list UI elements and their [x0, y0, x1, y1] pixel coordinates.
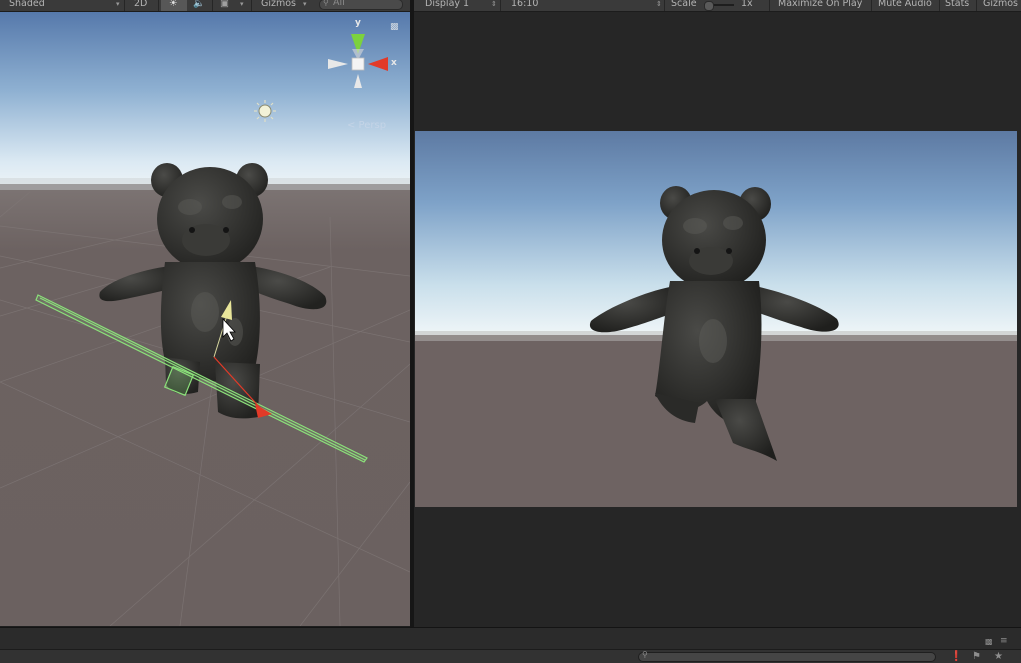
audio-icon[interactable]: 🔈 [193, 0, 205, 10]
gizmo-y-label: y [355, 18, 361, 28]
chevron-updown-icon: ⇕ [491, 0, 497, 8]
menu-icon[interactable]: ≡ [1000, 635, 1008, 648]
shading-mode-dropdown[interactable]: Shaded [9, 0, 45, 10]
sun-icon: ☀ [169, 0, 178, 9]
lock-icon[interactable]: ▩ [985, 635, 993, 648]
chevron-updown-icon: ⇕ [656, 0, 662, 8]
game-gizmos-dropdown[interactable]: Gizmos [983, 0, 1018, 10]
lock-icon[interactable]: ▩ [390, 22, 399, 32]
projection-toggle[interactable]: < Persp [347, 120, 386, 131]
game-render [415, 131, 1017, 507]
star-icon[interactable]: ★ [994, 650, 1003, 663]
toolbar-divider [251, 0, 252, 11]
scale-label: Scale [671, 0, 697, 9]
scene-search-input[interactable]: ⚲ All [319, 0, 403, 10]
mute-audio-toggle[interactable]: Mute Audio [878, 0, 932, 10]
scene-viewport[interactable] [0, 12, 410, 626]
scale-readout: 1x [741, 0, 753, 9]
gizmo-x-label: x [391, 58, 397, 68]
toolbar-divider [976, 0, 977, 11]
toolbar-divider [664, 0, 665, 11]
mode-2d-toggle[interactable]: 2D [134, 0, 147, 10]
image-effects-icon[interactable]: ▣ [220, 0, 229, 10]
log-icon[interactable]: ❗ [950, 650, 962, 663]
console-panel: ▩ ≡ ⚲ ❗ ⚑ ★ [0, 627, 1021, 663]
chevron-down-icon[interactable]: ▾ [240, 0, 244, 10]
gizmos-dropdown[interactable]: Gizmos [261, 0, 296, 10]
search-icon: ⚲ [642, 650, 648, 659]
display-dropdown[interactable]: Display 1 [425, 0, 469, 10]
scale-slider-thumb[interactable] [704, 1, 714, 11]
game-view[interactable] [415, 131, 1017, 507]
warning-icon[interactable]: ⚑ [972, 650, 981, 663]
chevron-down-icon: ▾ [303, 0, 307, 8]
toolbar-divider [939, 0, 940, 11]
game-toolbar: Display 1 ⇕ 16:10 ⇕ Scale 1x Maximize On… [414, 0, 1021, 12]
bear-snout [182, 224, 230, 256]
toolbar-divider [124, 0, 125, 11]
maximize-on-play-toggle[interactable]: Maximize On Play [778, 0, 862, 10]
lighting-toggle[interactable]: ☀ [161, 0, 187, 11]
sky [0, 12, 410, 188]
scale-slider[interactable] [704, 1, 734, 11]
toolbar-divider [871, 0, 872, 11]
stats-toggle[interactable]: Stats [945, 0, 969, 10]
gizmo-center-cube [351, 57, 365, 71]
search-placeholder: All [333, 0, 345, 8]
scene-view[interactable]: y x ▩ < Persp [0, 12, 410, 626]
toolbar-divider [212, 0, 213, 11]
chevron-down-icon: ▾ [116, 0, 120, 8]
toolbar-divider [500, 0, 501, 11]
search-icon: ⚲ [323, 0, 329, 7]
bear-eye-right [223, 227, 229, 233]
bear-eye-left [189, 227, 195, 233]
toolbar-divider [158, 0, 159, 11]
aspect-dropdown[interactable]: 16:10 [511, 0, 538, 10]
scene-toolbar: Shaded ▾ 2D ☀ 🔈 ▣ ▾ Gizmos ▾ ⚲ All [0, 0, 410, 12]
toolbar-divider [769, 0, 770, 11]
